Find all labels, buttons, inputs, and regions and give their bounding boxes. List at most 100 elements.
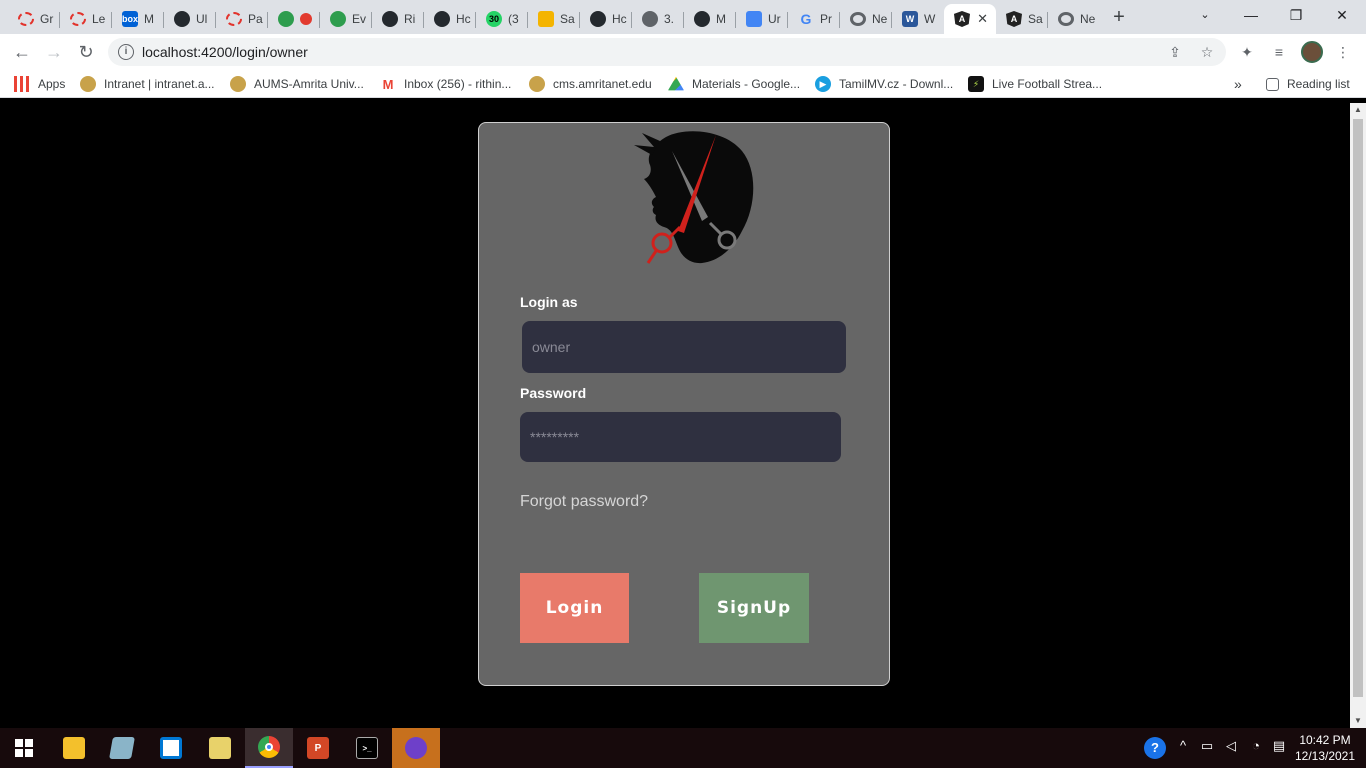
help-icon[interactable]: ? xyxy=(1144,737,1166,759)
tab-label: Sa xyxy=(1028,12,1043,26)
bookmark-aums[interactable]: AUMS-Amrita Univ... xyxy=(230,75,364,93)
forward-icon[interactable]: → xyxy=(42,40,66,64)
avatar[interactable] xyxy=(1301,41,1323,63)
bookmark-label: Materials - Google... xyxy=(692,77,801,91)
file-explorer-icon[interactable] xyxy=(50,728,98,768)
github-icon xyxy=(382,11,398,27)
terminal-icon[interactable]: >_ xyxy=(343,728,391,768)
tab-label: Gr xyxy=(40,12,54,26)
close-tab-icon[interactable]: ✕ xyxy=(977,11,988,27)
tab-github-ul[interactable]: Ul xyxy=(164,4,216,34)
tab-globe[interactable]: 3. xyxy=(632,4,684,34)
login-button[interactable]: Login xyxy=(520,573,629,643)
wifi-icon[interactable]: ◔ xyxy=(1245,738,1267,753)
tab-angular-sa[interactable]: A Sa xyxy=(996,4,1048,34)
reading-list-button[interactable]: Reading list xyxy=(1266,75,1350,93)
tab-label: Pa xyxy=(248,12,263,26)
volume-icon[interactable]: ◁ xyxy=(1220,738,1242,754)
chrome-icon[interactable] xyxy=(245,728,293,768)
tab-google[interactable]: G Pr xyxy=(788,4,840,34)
store-icon[interactable] xyxy=(147,728,195,768)
tab-box[interactable]: box M xyxy=(112,4,164,34)
box-icon: box xyxy=(122,11,138,27)
tab-record[interactable] xyxy=(268,4,320,34)
tab-ev[interactable]: Ev xyxy=(320,4,372,34)
powerpoint-icon[interactable]: P xyxy=(294,728,342,768)
url-text[interactable]: localhost:4200/login/owner xyxy=(142,44,308,60)
tab-word[interactable]: WW xyxy=(892,4,944,34)
tab-label: (3 xyxy=(508,12,519,26)
bookmark-label: Intranet | intranet.a... xyxy=(104,77,215,91)
tab-label: Hc xyxy=(456,12,471,26)
apps-shortcut[interactable]: Apps xyxy=(14,75,65,93)
share-icon[interactable]: ⇪ xyxy=(1166,43,1184,61)
bookmark-label: TamilMV.cz - Downl... xyxy=(839,77,954,91)
scroll-down-icon[interactable]: ▼ xyxy=(1350,714,1366,728)
tab-github-hc[interactable]: Hc xyxy=(424,4,476,34)
opera-icon xyxy=(18,12,34,26)
chrome-icon xyxy=(850,12,866,26)
bookmark-gmail[interactable]: M Inbox (256) - rithin... xyxy=(380,75,511,93)
reload-icon[interactable]: ↻ xyxy=(74,40,98,64)
chevron-up-icon[interactable]: ^ xyxy=(1172,738,1194,753)
tab-github-ri[interactable]: Ri xyxy=(372,4,424,34)
tab-angular-active[interactable]: A ✕ xyxy=(944,4,996,34)
login-as-label: Login as xyxy=(520,294,578,310)
tab-slides[interactable]: Sa xyxy=(528,4,580,34)
menu-icon[interactable]: ⋮ xyxy=(1333,42,1353,62)
angular-icon: A xyxy=(954,11,970,27)
more-bookmarks-icon[interactable]: » xyxy=(1234,75,1242,93)
extensions-icon[interactable]: ✦ xyxy=(1237,42,1257,62)
address-bar[interactable]: i localhost:4200/login/owner ⇪ ☆ xyxy=(108,38,1226,66)
system-clock[interactable]: 10:42 PM 12/13/2021 xyxy=(1290,732,1360,764)
github-desktop-icon[interactable] xyxy=(392,728,440,768)
media-control-icon[interactable]: ≡ xyxy=(1269,42,1289,62)
tab-label: Ne xyxy=(1080,12,1096,26)
notebook-icon[interactable] xyxy=(98,728,146,768)
tab-chrome-ne2[interactable]: Ne xyxy=(1048,4,1100,34)
battery-icon[interactable]: ▭ xyxy=(1196,738,1218,754)
minimize-button[interactable]: — xyxy=(1231,4,1271,26)
login-as-input[interactable] xyxy=(522,321,846,373)
tab-gr[interactable]: Gr xyxy=(8,4,60,34)
bookmarks-bar: Apps Intranet | intranet.a... AUMS-Amrit… xyxy=(0,70,1366,98)
github-icon xyxy=(434,11,450,27)
tab-whatsapp[interactable]: 30 (3 xyxy=(476,4,528,34)
tab-github-hc2[interactable]: Hc xyxy=(580,4,632,34)
scrollbar-thumb[interactable] xyxy=(1353,119,1363,697)
scroll-up-icon[interactable]: ▲ xyxy=(1350,103,1366,117)
signup-button[interactable]: SignUp xyxy=(699,573,809,643)
bookmark-cms[interactable]: cms.amritanet.edu xyxy=(529,75,652,93)
password-input[interactable] xyxy=(520,412,841,462)
restore-button[interactable]: ❐ xyxy=(1276,4,1316,26)
tab-le[interactable]: Le xyxy=(60,4,112,34)
github-icon xyxy=(694,11,710,27)
notification-icon[interactable]: ▤ xyxy=(1268,738,1290,754)
tab-pa[interactable]: Pa xyxy=(216,4,268,34)
back-icon[interactable]: ← xyxy=(10,40,34,64)
tab-search-icon[interactable]: ⌄ xyxy=(1185,4,1225,26)
bookmark-tamilmv[interactable]: ▶ TamilMV.cz - Downl... xyxy=(815,75,953,93)
gmail-icon: M xyxy=(380,76,396,92)
site-info-icon[interactable]: i xyxy=(118,44,134,60)
windows-start-icon[interactable] xyxy=(0,728,48,768)
apps-grid-icon xyxy=(14,76,30,92)
bookmark-intranet[interactable]: Intranet | intranet.a... xyxy=(80,75,215,93)
page-scrollbar[interactable]: ▲ ▼ xyxy=(1350,103,1366,728)
chrome-icon xyxy=(1058,12,1074,26)
forgot-password-link[interactable]: Forgot password? xyxy=(520,493,648,511)
new-tab-button[interactable]: + xyxy=(1108,6,1130,28)
github-icon xyxy=(590,11,606,27)
football-icon: ⚡ xyxy=(968,76,984,92)
tab-github-m[interactable]: M xyxy=(684,4,736,34)
bookmark-drive[interactable]: Materials - Google... xyxy=(668,75,800,93)
bookmark-football[interactable]: ⚡ Live Football Strea... xyxy=(968,75,1102,93)
recycle-icon xyxy=(330,11,346,27)
bookmark-star-icon[interactable]: ☆ xyxy=(1198,43,1216,61)
close-window-button[interactable]: ✕ xyxy=(1322,4,1362,26)
slides-icon xyxy=(538,11,554,27)
tab-docs[interactable]: Ur xyxy=(736,4,788,34)
folder-icon[interactable] xyxy=(196,728,244,768)
tab-chrome-ne[interactable]: Ne xyxy=(840,4,892,34)
tab-label: M xyxy=(144,12,154,26)
